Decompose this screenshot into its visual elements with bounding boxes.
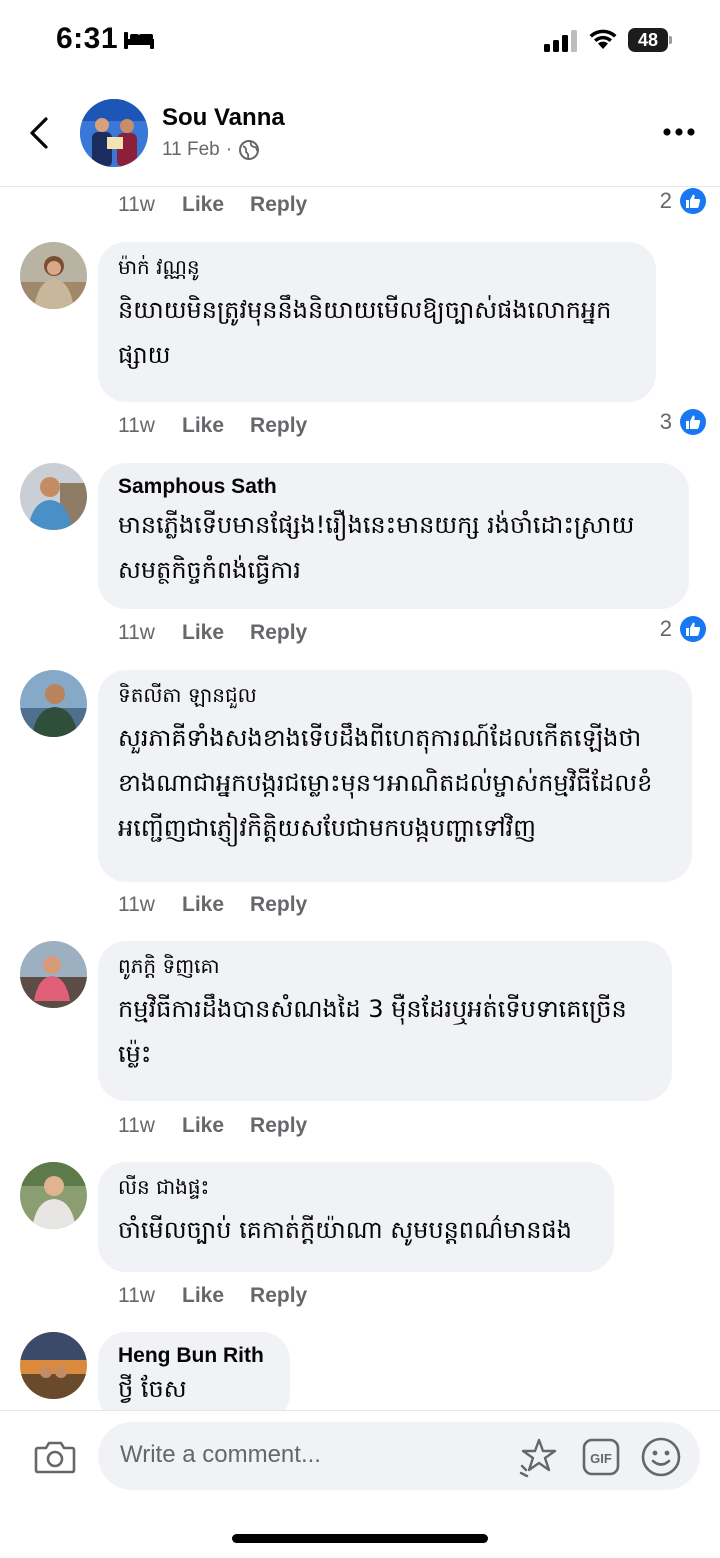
comment-bubble[interactable]: ពូភក្តិ ទិញគោ កម្មវិធីការដឹងបានសំណងដៃ 3 … [98,941,672,1101]
reaction-number: 2 [659,188,672,213]
reaction-number: 2 [659,616,672,641]
comment-bubble[interactable]: ទិតលីតា ឡានជួល សួរភាគីទាំងសងខាងទើបដឹងពីហ… [98,670,692,882]
home-indicator [232,1534,488,1543]
commenter-name[interactable]: ទិតលីតា ឡានជួល [118,682,672,712]
reaction-count[interactable]: 2 [660,188,706,214]
comment-time: 11w [118,621,155,644]
reply-button[interactable]: Reply [250,893,307,917]
post-date[interactable]: 11 Feb [162,139,220,161]
battery-indicator: 48 [628,28,672,52]
svg-text:GIF: GIF [590,1451,612,1466]
author-avatar[interactable] [80,99,148,167]
like-button[interactable]: Like [182,621,224,645]
like-reaction-icon [680,188,706,214]
commenter-avatar[interactable] [20,1162,87,1229]
post-meta: 11 Feb · [162,139,260,161]
reply-button[interactable]: Reply [250,1114,307,1138]
comment-text: សួរភាគីទាំងសងខាងទើបដឹងពីហេតុការណ៍ដែលកើតឡ… [118,724,653,842]
comment-bubble[interactable]: Samphous Sath មានភ្លើងទើបមានផ្សែង!រឿងនេះ… [98,463,689,609]
comment-input-placeholder[interactable]: Write a comment... [120,1441,321,1469]
comment-text: កម្មវិធីការដឹងបានសំណងដៃ 3 ម៉ឺនដែរឬអត់ទើប… [118,995,627,1068]
commenter-name[interactable]: លីន ជាងផ្ទះ [118,1174,594,1204]
globe-icon [239,140,260,160]
like-button[interactable]: Like [182,1284,224,1308]
comment-text: មានភ្លើងទើបមានផ្សែង!រឿងនេះមានយក្ស រង់ចាំ… [118,511,635,584]
like-button[interactable]: Like [182,193,224,217]
post-author-name[interactable]: Sou Vanna [162,104,285,132]
commenter-avatar[interactable] [20,941,87,1008]
reply-button[interactable]: Reply [250,193,307,217]
commenter-name[interactable]: Heng Bun Rith [118,1344,270,1368]
comment-bubble[interactable]: លីន ជាងផ្ទះ ចាំមើលច្បាប់ គេកាត់ក្តីយ៉ាណា… [98,1162,614,1272]
commenter-avatar[interactable] [20,463,87,530]
more-options-icon[interactable] [662,122,696,142]
comment-actions: 11w Like Reply [118,193,333,217]
comment-text: និយាយមិនត្រូវមុននឹងនិយាយមើលឱ្យច្បាស់ផងលោ… [118,296,612,369]
commenter-avatar[interactable] [20,1332,87,1399]
like-button[interactable]: Like [182,1114,224,1138]
comment-time: 11w [118,893,155,916]
like-button[interactable]: Like [182,414,224,438]
battery-level: 48 [628,28,668,52]
comment-time: 11w [118,193,155,216]
comment-time: 11w [118,1114,155,1137]
like-button[interactable]: Like [182,893,224,917]
comment-actions: 11w Like Reply [118,414,333,438]
gif-icon[interactable]: GIF [582,1438,620,1476]
meta-separator: · [225,139,233,160]
camera-icon[interactable] [34,1440,76,1474]
commenter-name[interactable]: Samphous Sath [118,475,669,499]
comment-text: ថ្វី ចែស [118,1375,187,1403]
commenter-avatar[interactable] [20,242,87,309]
sleep-focus-icon [124,32,154,49]
comment-actions: 11w Like Reply [118,621,333,645]
like-reaction-icon [680,616,706,642]
comment-bubble[interactable]: Heng Bun Rith ថ្វី ចែស [98,1332,290,1422]
reply-button[interactable]: Reply [250,414,307,438]
comment-time: 11w [118,1284,155,1307]
reply-button[interactable]: Reply [250,621,307,645]
reply-button[interactable]: Reply [250,1284,307,1308]
status-time: 6:31 [56,22,119,55]
wifi-icon [589,29,617,49]
comment-text: ចាំមើលច្បាប់ គេកាត់ក្តីយ៉ាណា សូមបន្តពណ៌ម… [118,1216,572,1244]
commenter-name[interactable]: ពូភក្តិ ទិញគោ [118,953,652,983]
back-arrow-icon[interactable] [28,116,50,150]
comment-time: 11w [118,414,155,437]
like-reaction-icon [680,409,706,435]
reaction-count[interactable]: 3 [660,409,706,435]
avatar-sticker-icon[interactable] [518,1436,560,1478]
comment-actions: 11w Like Reply [118,1284,333,1308]
header-divider [0,186,720,187]
cellular-signal-icon [544,30,577,52]
comment-actions: 11w Like Reply [118,893,333,917]
comment-actions: 11w Like Reply [118,1114,333,1138]
comment-bubble[interactable]: ម៉ាក់ វណ្ណនូ និយាយមិនត្រូវមុននឹងនិយាយមើល… [98,242,656,402]
reaction-number: 3 [659,409,672,434]
commenter-avatar[interactable] [20,670,87,737]
emoji-icon[interactable] [640,1436,682,1478]
reaction-count[interactable]: 2 [660,616,706,642]
commenter-name[interactable]: ម៉ាក់ វណ្ណនូ [118,254,636,284]
